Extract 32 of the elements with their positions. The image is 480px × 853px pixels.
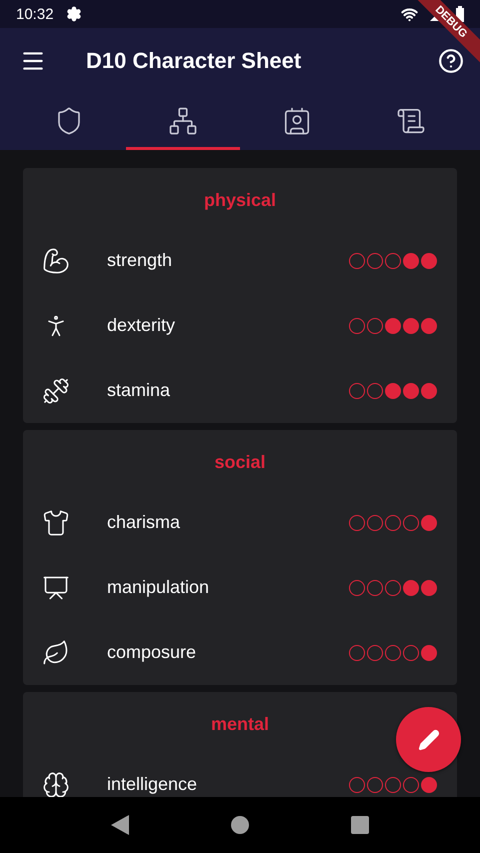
pencil-icon [418, 728, 440, 750]
dot-rating[interactable] [349, 252, 437, 268]
dot-rating[interactable] [349, 644, 437, 660]
stat-name: stamina [107, 380, 172, 401]
stat-name: dexterity [107, 315, 176, 336]
stat-name: strength [107, 250, 174, 271]
leaf-icon [42, 638, 70, 666]
dot-rating[interactable] [349, 318, 437, 334]
section-title: mental [210, 714, 270, 735]
status-time: 10:32 [16, 6, 54, 22]
dot-rating[interactable] [349, 776, 437, 792]
dot-rating[interactable] [349, 580, 437, 596]
stat-name: intelligence [107, 774, 198, 795]
brain-icon [42, 770, 70, 797]
stat-name: manipulation [107, 577, 210, 598]
stat-name: composure [107, 642, 198, 663]
network-icon [168, 106, 198, 136]
biceps-icon [42, 246, 70, 274]
section-title: physical [204, 190, 276, 211]
dot-rating[interactable] [349, 382, 437, 398]
home-icon[interactable] [231, 816, 249, 834]
contact-card-icon [282, 106, 312, 136]
presentation-icon [42, 574, 70, 602]
dumbbell-icon [42, 376, 70, 404]
section-title: social [214, 452, 266, 473]
wifi-icon [401, 6, 418, 22]
stat-name: charisma [107, 512, 182, 533]
app-title: D10 Character Sheet [86, 48, 302, 74]
shirt-icon [42, 508, 70, 536]
help-icon[interactable] [438, 48, 464, 74]
back-icon[interactable] [111, 815, 129, 835]
dot-rating[interactable] [349, 514, 437, 530]
